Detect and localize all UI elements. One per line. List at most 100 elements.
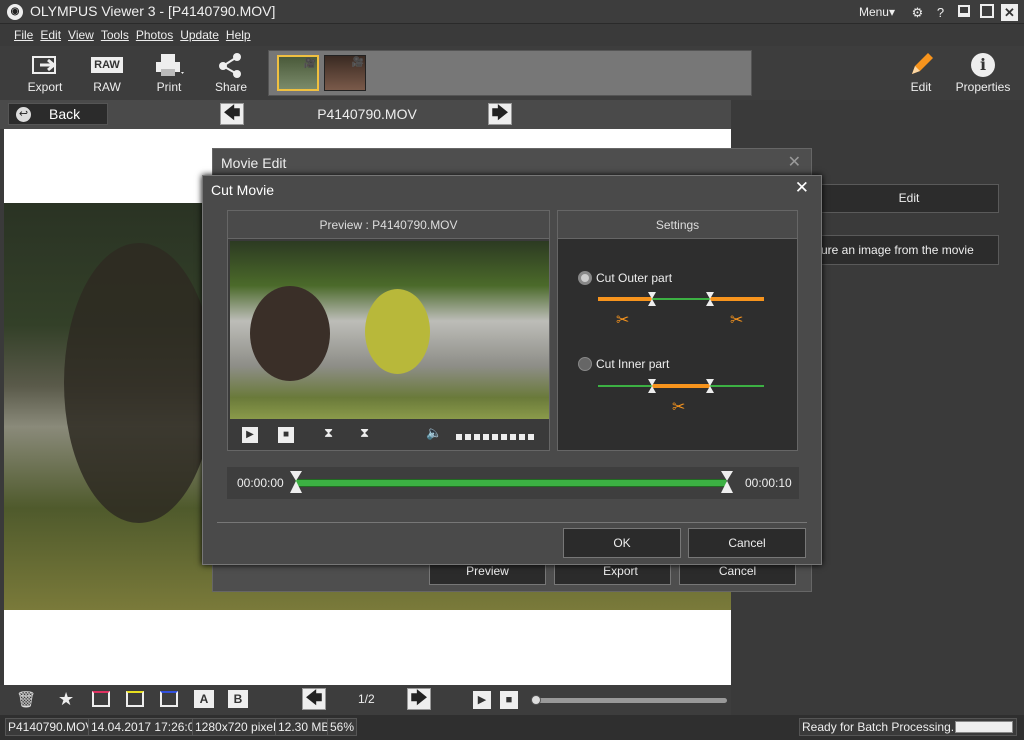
capture-image-button[interactable]: ure an image from the movie — [819, 235, 999, 265]
menu-view[interactable]: View — [68, 28, 94, 42]
trash-icon[interactable]: 🗑 — [16, 690, 36, 710]
step-back-icon[interactable]: ⧗ — [324, 425, 333, 441]
edit-label: Edit — [910, 80, 932, 94]
app-logo-icon: ◉ — [7, 4, 23, 20]
timeline-area: 00:00:00 00:00:10 — [227, 467, 799, 499]
playback-slider-handle[interactable] — [531, 695, 541, 705]
cut-outer-label: Cut Outer part — [596, 271, 673, 285]
play-icon[interactable]: ▶ — [242, 427, 258, 443]
preview-header: Preview : P4140790.MOV — [228, 211, 549, 239]
cut-range-bar[interactable] — [295, 479, 727, 487]
status-date: 14.04.2017 17:26:07 — [88, 718, 205, 736]
prev-page-arrow[interactable]: 🡄 — [302, 688, 326, 710]
movie-icon: 🎥 — [303, 58, 316, 69]
ok-button[interactable]: OK — [563, 528, 681, 558]
step-forward-icon[interactable]: ⧗ — [360, 425, 369, 441]
cut-movie-dialog: Cut Movie ✕ Preview : P4140790.MOV ▶ ■ ⧗… — [202, 175, 822, 565]
end-time: 00:00:10 — [745, 476, 792, 490]
status-filename: P4140790.MOV — [5, 718, 97, 736]
status-dimensions: 1280x720 pixels — [192, 718, 285, 736]
tree-shape — [365, 289, 430, 374]
cancel-button[interactable]: Cancel — [688, 528, 806, 558]
cut-outer-diagram: ✂ ✂ — [598, 292, 764, 329]
label-a-icon[interactable]: A — [194, 690, 214, 708]
close-button[interactable]: ✕ — [1001, 3, 1018, 21]
navigation-bar: Back ↩ 🡄 P4140790.MOV 🡆 — [0, 100, 731, 129]
print-button[interactable]: Print — [141, 50, 197, 94]
properties-button[interactable]: i Properties — [952, 50, 1014, 94]
print-icon — [141, 50, 197, 80]
filmstrip: 🎥 🎥 — [268, 50, 752, 96]
movie-icon: 🎥 — [351, 57, 364, 68]
current-filename: P4140790.MOV — [317, 106, 417, 122]
status-bar: P4140790.MOV 14.04.2017 17:26:07 1280x72… — [0, 715, 1024, 740]
menu-update[interactable]: Update — [180, 28, 219, 42]
preview-panel: Preview : P4140790.MOV ▶ ■ ⧗ ⧗ 🔈 — [227, 210, 550, 451]
raw-label: RAW — [93, 80, 121, 94]
help-icon[interactable]: ? — [932, 4, 949, 21]
maximize-button[interactable] — [978, 3, 995, 21]
share-icon — [203, 50, 259, 80]
minimize-button[interactable] — [955, 4, 972, 21]
batch-progress-bar — [955, 721, 1013, 733]
raw-badge: RAW — [91, 57, 123, 73]
share-label: Share — [214, 80, 248, 94]
movie-edit-title: Movie Edit — [221, 155, 287, 171]
next-file-arrow[interactable]: 🡆 — [488, 103, 512, 125]
red-tag-icon[interactable] — [92, 691, 110, 707]
info-icon: i — [952, 50, 1014, 80]
back-arrow-icon: ↩ — [16, 107, 31, 122]
page-indicator: 1/2 — [358, 692, 375, 706]
status-zoom: 56% — [327, 718, 358, 736]
export-button[interactable]: Export — [17, 50, 73, 94]
app-title: OLYMPUS Viewer 3 - [P4140790.MOV] — [30, 3, 276, 19]
window-controls: Menu▾ ⚙ ? ✕ — [859, 3, 1018, 21]
thumbnail-selected[interactable]: 🎥 — [277, 55, 319, 91]
prev-file-arrow[interactable]: 🡄 — [220, 103, 244, 125]
close-icon[interactable]: ✕ — [788, 152, 801, 172]
share-button[interactable]: Share — [203, 50, 259, 94]
back-label: Back — [49, 106, 81, 122]
radio-cut-inner[interactable] — [578, 357, 592, 371]
menu-photos[interactable]: Photos — [136, 28, 173, 42]
raw-button[interactable]: RAW RAW — [79, 50, 135, 94]
play-icon[interactable]: ▶ — [473, 691, 491, 709]
svg-text:✂: ✂ — [730, 310, 743, 329]
edit-toolbar-button[interactable]: Edit — [893, 50, 949, 94]
edit-movie-button[interactable]: Edit — [819, 184, 999, 213]
raw-icon: RAW — [79, 50, 135, 80]
title-bar: ◉ OLYMPUS Viewer 3 - [P4140790.MOV] Menu… — [0, 0, 1024, 24]
menu-file[interactable]: File — [14, 28, 33, 42]
stop-icon[interactable]: ■ — [278, 427, 294, 443]
settings-panel: Settings Cut Outer part ✂ ✂ Cut Inner pa… — [557, 210, 798, 451]
export-label: Export — [27, 80, 63, 94]
star-icon[interactable]: ★ — [58, 689, 74, 710]
menu-button[interactable]: Menu▾ — [859, 5, 895, 19]
next-page-arrow[interactable]: 🡆 — [407, 688, 431, 710]
close-icon[interactable]: ✕ — [795, 178, 809, 198]
cut-movie-title: Cut Movie — [211, 182, 275, 198]
stop-icon[interactable]: ■ — [500, 691, 518, 709]
status-filesize: 12.30 MB — [275, 718, 333, 736]
blue-tag-icon[interactable] — [160, 691, 178, 707]
start-time: 00:00:00 — [237, 476, 284, 490]
volume-slider[interactable] — [456, 434, 536, 440]
cut-inner-diagram: ✂ — [598, 379, 764, 416]
gear-icon[interactable]: ⚙ — [909, 4, 926, 21]
menu-bar: File Edit View Tools Photos Update Help — [0, 25, 1024, 45]
yellow-tag-icon[interactable] — [126, 691, 144, 707]
properties-label: Properties — [955, 80, 1011, 94]
pencil-icon — [893, 50, 949, 80]
menu-help[interactable]: Help — [226, 28, 251, 42]
radio-cut-outer[interactable] — [578, 271, 592, 285]
volume-icon[interactable]: 🔈 — [426, 425, 442, 441]
svg-text:✂: ✂ — [672, 397, 685, 416]
playback-slider[interactable] — [532, 698, 727, 703]
menu-tools[interactable]: Tools — [101, 28, 129, 42]
export-dialog-label: Export — [603, 564, 638, 578]
tree-shape — [64, 243, 214, 523]
export-icon — [17, 50, 73, 80]
thumbnail[interactable]: 🎥 — [324, 55, 366, 91]
menu-edit[interactable]: Edit — [40, 28, 61, 42]
label-b-icon[interactable]: B — [228, 690, 248, 708]
